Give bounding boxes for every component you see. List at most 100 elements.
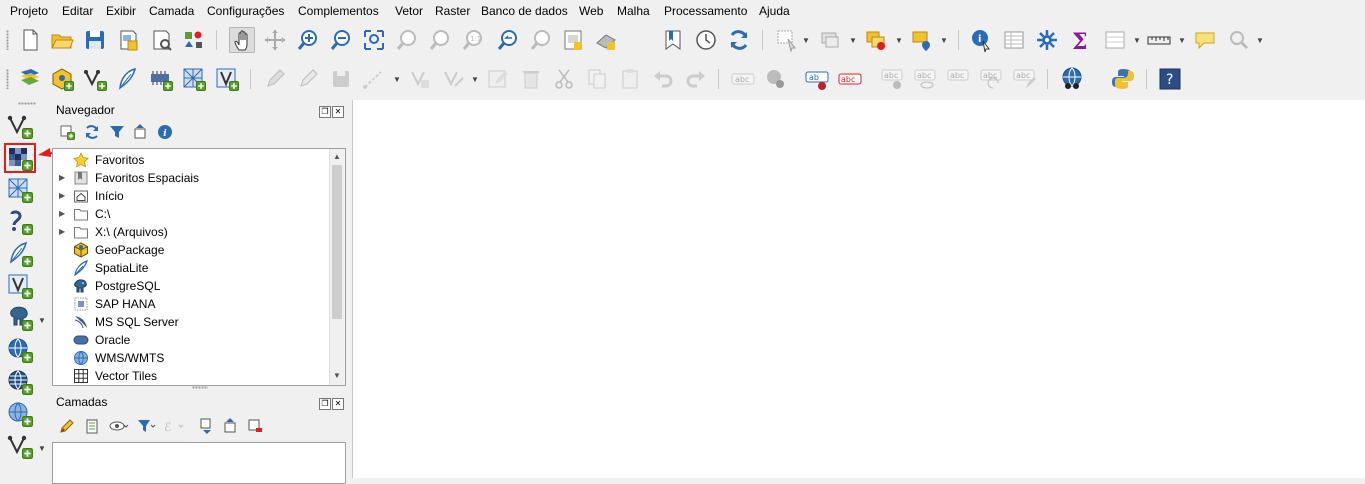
- manage-map-themes-eye-icon[interactable]: [108, 417, 130, 435]
- close-panel-icon[interactable]: ✕: [332, 398, 344, 410]
- style-manager-icon[interactable]: [181, 27, 207, 53]
- browser-item[interactable]: GeoPackage: [53, 241, 329, 259]
- undo-icon[interactable]: [650, 66, 676, 92]
- open-project-icon[interactable]: [49, 27, 75, 53]
- browser-item[interactable]: Favoritos: [53, 151, 329, 169]
- add-vector-tile-layer-icon[interactable]: [6, 432, 34, 460]
- browser-item[interactable]: ▶ C:\: [53, 205, 329, 223]
- vertex-tool-icon[interactable]: [408, 66, 434, 92]
- chevron-down-icon[interactable]: ▼: [38, 316, 46, 325]
- new-map-view-icon[interactable]: [560, 27, 586, 53]
- browser-item[interactable]: ▶ Favoritos Espaciais: [53, 169, 329, 187]
- delete-selected-trash-icon[interactable]: [518, 66, 544, 92]
- new-temporary-scratch-layer-icon[interactable]: [148, 66, 174, 92]
- copy-features-icon[interactable]: [584, 66, 610, 92]
- open-attribute-table-icon[interactable]: [1001, 27, 1027, 53]
- menu-banco-de-dados[interactable]: Banco de dados: [481, 4, 568, 18]
- paste-features-icon[interactable]: [617, 66, 643, 92]
- toolbar-handle[interactable]: [6, 69, 9, 89]
- add-wfs-layer-globe-icon[interactable]: [6, 368, 34, 396]
- scroll-down-icon[interactable]: ▼: [333, 371, 341, 380]
- map-canvas[interactable]: [352, 100, 1365, 478]
- add-delimited-text-layer-icon[interactable]: [6, 208, 34, 236]
- new-project-icon[interactable]: [17, 27, 43, 53]
- layer-diagram-options-icon[interactable]: abc: [837, 66, 863, 92]
- open-layer-styling-brush-icon[interactable]: [58, 417, 76, 435]
- pan-map-hand-icon[interactable]: [229, 27, 255, 53]
- add-virtual-layer-icon[interactable]: [6, 272, 34, 300]
- browser-item[interactable]: PostgreSQL: [53, 277, 329, 295]
- chevron-down-icon[interactable]: ▼: [38, 444, 46, 453]
- menu-exibir[interactable]: Exibir: [106, 4, 136, 18]
- show-hide-labels-icon[interactable]: abc: [913, 66, 939, 92]
- toolbar-handle[interactable]: [18, 102, 36, 105]
- refresh-icon[interactable]: [726, 27, 752, 53]
- temporal-controller-clock-icon[interactable]: [693, 27, 719, 53]
- add-spatialite-layer-icon[interactable]: [6, 240, 34, 268]
- identify-features-icon[interactable]: i: [968, 27, 994, 53]
- save-project-icon[interactable]: [82, 27, 108, 53]
- browser-item[interactable]: Oracle: [53, 331, 329, 349]
- modify-attributes-icon[interactable]: [441, 66, 467, 92]
- python-console-icon[interactable]: [1110, 66, 1136, 92]
- browser-item[interactable]: MS SQL Server: [53, 313, 329, 331]
- menu-complementos[interactable]: Complementos: [298, 4, 379, 18]
- filter-funnel-icon[interactable]: [108, 123, 126, 141]
- menu-projeto[interactable]: Projeto: [10, 4, 48, 18]
- add-selected-layers-icon[interactable]: [58, 123, 76, 141]
- collapse-all-icon[interactable]: [132, 123, 150, 141]
- current-edits-icon[interactable]: [262, 66, 288, 92]
- move-label-icon[interactable]: abc: [946, 66, 972, 92]
- zoom-to-selection-icon[interactable]: [394, 27, 420, 53]
- toolbar-handle[interactable]: [6, 30, 9, 50]
- toggle-editing-pencil-icon[interactable]: [295, 66, 321, 92]
- expand-arrow-icon[interactable]: ▶: [59, 227, 65, 236]
- highlight-pinned-labels-icon[interactable]: abc: [880, 66, 906, 92]
- attribute-table-edit-icon[interactable]: [485, 66, 511, 92]
- cut-features-scissors-icon[interactable]: [551, 66, 577, 92]
- zoom-in-icon[interactable]: [295, 27, 321, 53]
- scrollbar-thumb[interactable]: [332, 165, 342, 319]
- browser-item[interactable]: SpatiaLite: [53, 259, 329, 277]
- menu-camada[interactable]: Camada: [149, 4, 194, 18]
- deselect-features-icon[interactable]: [817, 27, 843, 53]
- locator-search-icon[interactable]: [1225, 27, 1251, 53]
- expand-arrow-icon[interactable]: ▶: [59, 209, 65, 218]
- zoom-native-resolution-icon[interactable]: 1:1: [460, 27, 486, 53]
- zoom-out-icon[interactable]: [328, 27, 354, 53]
- expand-arrow-icon[interactable]: ▶: [59, 173, 65, 182]
- zoom-next-icon[interactable]: [527, 27, 553, 53]
- label-toolbar-abc-icon[interactable]: abc: [730, 66, 756, 92]
- new-virtual-layer-icon[interactable]: [181, 66, 207, 92]
- pan-to-selection-icon[interactable]: [262, 27, 288, 53]
- refresh-icon[interactable]: [83, 123, 101, 141]
- browser-item[interactable]: SAP HANA: [53, 295, 329, 313]
- menu-raster[interactable]: Raster: [435, 4, 470, 18]
- new-mesh-layer-icon[interactable]: [214, 66, 240, 92]
- layout-manager-icon[interactable]: [148, 27, 174, 53]
- label-pin-icon[interactable]: [763, 66, 789, 92]
- browser-item[interactable]: WMS/WMTS: [53, 349, 329, 367]
- expand-arrow-icon[interactable]: ▶: [59, 191, 65, 200]
- new-geopackage-layer-icon[interactable]: [49, 66, 75, 92]
- select-by-location-icon[interactable]: [909, 27, 935, 53]
- add-postgis-layer-elephant-icon[interactable]: [6, 304, 34, 332]
- zoom-last-icon[interactable]: [494, 27, 520, 53]
- menu-editar[interactable]: Editar: [62, 4, 93, 18]
- open-field-calculator-icon[interactable]: [1102, 27, 1128, 53]
- float-panel-icon[interactable]: ❐: [319, 398, 331, 410]
- map-tips-speech-bubble-icon[interactable]: [1192, 27, 1218, 53]
- add-vector-layer-icon[interactable]: [6, 112, 34, 140]
- help-icon[interactable]: ?: [1157, 66, 1183, 92]
- browser-scrollbar[interactable]: ▲ ▼: [329, 149, 345, 385]
- add-group-icon[interactable]: [83, 417, 101, 435]
- browser-item[interactable]: ▶ Início: [53, 187, 329, 205]
- redo-icon[interactable]: [683, 66, 709, 92]
- show-bookmarks-icon[interactable]: [660, 27, 686, 53]
- rotate-label-icon[interactable]: abc: [979, 66, 1005, 92]
- new-3d-map-view-icon[interactable]: [593, 27, 619, 53]
- data-source-manager-icon[interactable]: [17, 66, 43, 92]
- deselect-all-layers-icon[interactable]: [863, 27, 889, 53]
- menu-vetor[interactable]: Vetor: [395, 4, 423, 18]
- expand-all-icon[interactable]: [198, 417, 216, 435]
